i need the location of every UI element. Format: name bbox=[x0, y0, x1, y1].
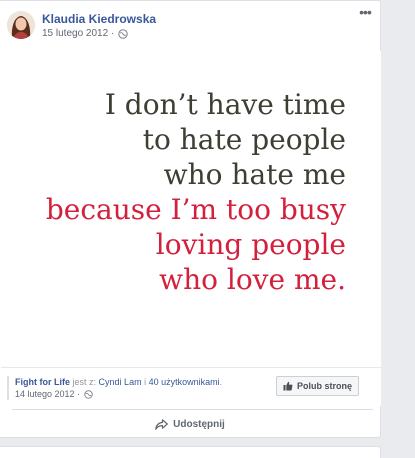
page-post-meta: 14 lutego 2012 · bbox=[15, 389, 93, 399]
page-name-link[interactable]: Fight for Life bbox=[15, 377, 70, 387]
avatar-image bbox=[7, 11, 35, 39]
thumbs-up-icon bbox=[283, 381, 293, 391]
page-post-date[interactable]: 14 lutego 2012 · bbox=[15, 389, 80, 399]
more-icon[interactable]: ••• bbox=[356, 5, 374, 21]
post-meta: 15 lutego 2012 · bbox=[42, 28, 128, 39]
quote-line: to hate people bbox=[142, 123, 346, 156]
post-date[interactable]: 15 lutego 2012 bbox=[42, 28, 108, 39]
attribution-text: jest z: bbox=[72, 377, 97, 387]
like-page-button[interactable]: Polub stronę bbox=[275, 376, 359, 396]
quote-line: who hate me bbox=[163, 158, 346, 191]
friend-link[interactable]: Cyndi Lam bbox=[99, 377, 142, 387]
quote-text: I don’t have time to hate people who hat… bbox=[0, 87, 381, 297]
post-header: Klaudia Kiedrowska 15 lutego 2012 · ••• bbox=[0, 1, 380, 49]
attribution-conjunction: i bbox=[144, 377, 147, 387]
quote-line: because I’m too busy bbox=[45, 193, 346, 226]
avatar[interactable] bbox=[7, 11, 35, 39]
share-button[interactable]: Udostępnij bbox=[0, 413, 380, 435]
quote-image[interactable]: I don’t have time to hate people who hat… bbox=[0, 51, 381, 367]
globe-icon[interactable] bbox=[84, 389, 93, 399]
quote-line: loving people bbox=[155, 228, 346, 261]
like-page-label: Polub stronę bbox=[296, 381, 352, 391]
post-card: Klaudia Kiedrowska 15 lutego 2012 · ••• … bbox=[0, 0, 381, 438]
action-divider bbox=[12, 409, 373, 410]
attribution-period: . bbox=[219, 377, 223, 387]
post-meta-separator: · bbox=[108, 28, 115, 39]
others-link[interactable]: 40 użytkownikami bbox=[149, 377, 220, 387]
share-label: Udostępnij bbox=[173, 418, 225, 430]
next-post-card bbox=[0, 446, 381, 458]
share-arrow-icon bbox=[155, 418, 169, 430]
globe-icon[interactable] bbox=[118, 28, 128, 39]
quote-line: who love me. bbox=[159, 263, 346, 296]
shared-page-box: Fight for Life jest z: Cyndi Lam i 40 uż… bbox=[1, 367, 381, 406]
quote-bar bbox=[7, 376, 9, 400]
page-attribution: Fight for Life jest z: Cyndi Lam i 40 uż… bbox=[15, 377, 222, 387]
quote-line: I don’t have time bbox=[104, 88, 346, 121]
author-name[interactable]: Klaudia Kiedrowska bbox=[42, 12, 156, 26]
